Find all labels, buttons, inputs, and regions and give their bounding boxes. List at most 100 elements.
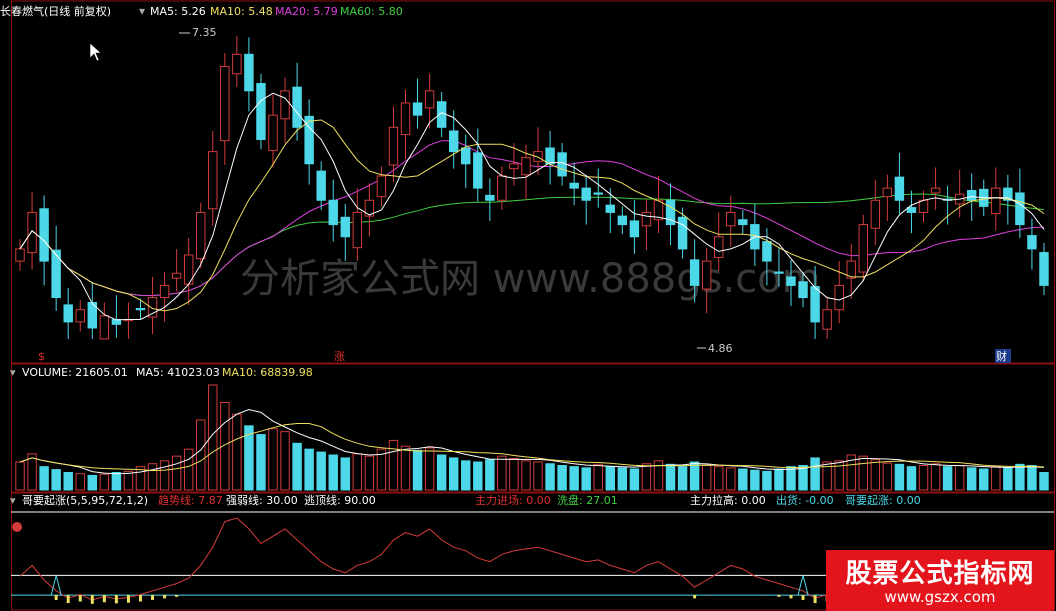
volume-bar [617,467,628,491]
candle-body [521,157,531,176]
candle-body [858,224,868,273]
wash-bar [54,595,58,600]
candle-body [870,199,881,229]
candle-body [545,147,555,165]
candle-body [822,309,832,330]
candle-body [738,219,748,226]
volume-bar [930,463,941,491]
volume-bar [87,474,98,491]
candle-body [701,260,712,290]
volume-bar [906,466,917,491]
volume-bar [545,463,555,491]
volume-bar [39,466,49,491]
event-mark-finance[interactable]: 财 [996,349,1007,363]
volume-bar [51,469,61,491]
event-mark-rise[interactable]: 涨 [334,350,345,363]
volume-bar [593,463,603,491]
candle-body [15,248,25,262]
candle-body [882,187,893,198]
indicator-logo-icon [12,522,22,532]
candle-body [1027,235,1037,250]
candle-body [159,284,170,299]
candle-body [473,152,483,189]
wash-bar [126,595,130,603]
bg-watermark: 分析家公式网 www.888gs.com [240,256,821,302]
volume-bar [991,466,1001,491]
volume-bar [473,461,483,491]
signal-spike [797,575,809,596]
volume-bar [364,455,375,491]
ma60-label: MA60: 5.80 [340,5,403,18]
candle-body [605,204,616,213]
ship-label: 出货: -0.00 [776,493,834,507]
candle-body [930,187,941,194]
volume-bar [569,466,579,491]
volume-bar [304,448,314,491]
volume-bar [376,448,387,491]
candle-body [726,211,736,227]
candle-body [147,297,158,318]
volume-ma5-label: MA5: 41023.03 [136,366,220,379]
volume-bar [665,463,676,491]
volume-bar [75,473,85,491]
volume-bar [436,454,447,491]
candle-body [1015,192,1025,226]
site-watermark-title: 股票公式指标网 [845,559,1035,589]
wash-bar [175,595,179,597]
stock-chart[interactable]: 分析家公式网 www.888gs.com 长春燃气(日线 前复权) ▾ MA5:… [0,0,1056,611]
ma10-label: MA10: 5.48 [210,5,273,18]
candle-body [400,102,411,136]
volume-bar [750,469,760,491]
volume-bar [99,473,110,491]
candle-body [894,176,905,201]
indicator-collapse-icon[interactable]: ▾ [10,494,16,507]
wash-bar [693,595,697,599]
candle-body [786,276,796,286]
main-in-label: 主力进场: 0.00 [475,493,551,507]
candle-body [280,90,290,120]
candle-body [268,114,278,151]
wash-bar [138,595,142,602]
volume-bar [979,468,989,491]
candle-body [557,152,567,177]
candle-body [63,304,73,323]
volume-bar [762,470,772,491]
rise-label: 哥要起涨: 0.00 [845,494,921,507]
volume-bar [340,457,350,491]
volume-bar [533,461,543,491]
candle-body [424,90,435,109]
candle-body [991,187,1001,215]
wash-bar [813,595,817,604]
volume-bar [509,458,519,491]
candle-body [328,199,338,226]
volume-collapse-icon[interactable]: ▾ [10,366,16,379]
volume-bar [557,465,567,491]
volume-bar [352,453,363,491]
volume-bar [726,467,736,491]
volume-bar [521,460,531,491]
stock-title: 长春燃气(日线 前复权) [0,4,111,18]
candle-body [99,315,110,340]
candle-body [412,102,423,116]
volume-bar [641,463,652,491]
volume-bar [1015,463,1025,491]
wash-bar [90,595,94,604]
volume-bar [858,455,868,491]
candle-body [27,211,37,254]
candle-body [220,65,230,142]
candle-body [774,271,784,274]
candle-body [352,211,363,249]
event-mark-dollar[interactable]: $ [38,350,45,363]
volume-bar [581,467,591,491]
candle-body [292,86,302,128]
candle-body [641,211,652,227]
volume-bar [268,428,278,491]
collapse-icon[interactable]: ▾ [139,4,145,18]
volume-bar [328,454,338,491]
volume-bar [605,466,616,491]
candle-body [316,170,326,201]
candle-body [906,207,917,213]
low-price-label: 4.86 [708,342,733,355]
candle-body [171,272,182,279]
volume-bar [966,467,977,491]
